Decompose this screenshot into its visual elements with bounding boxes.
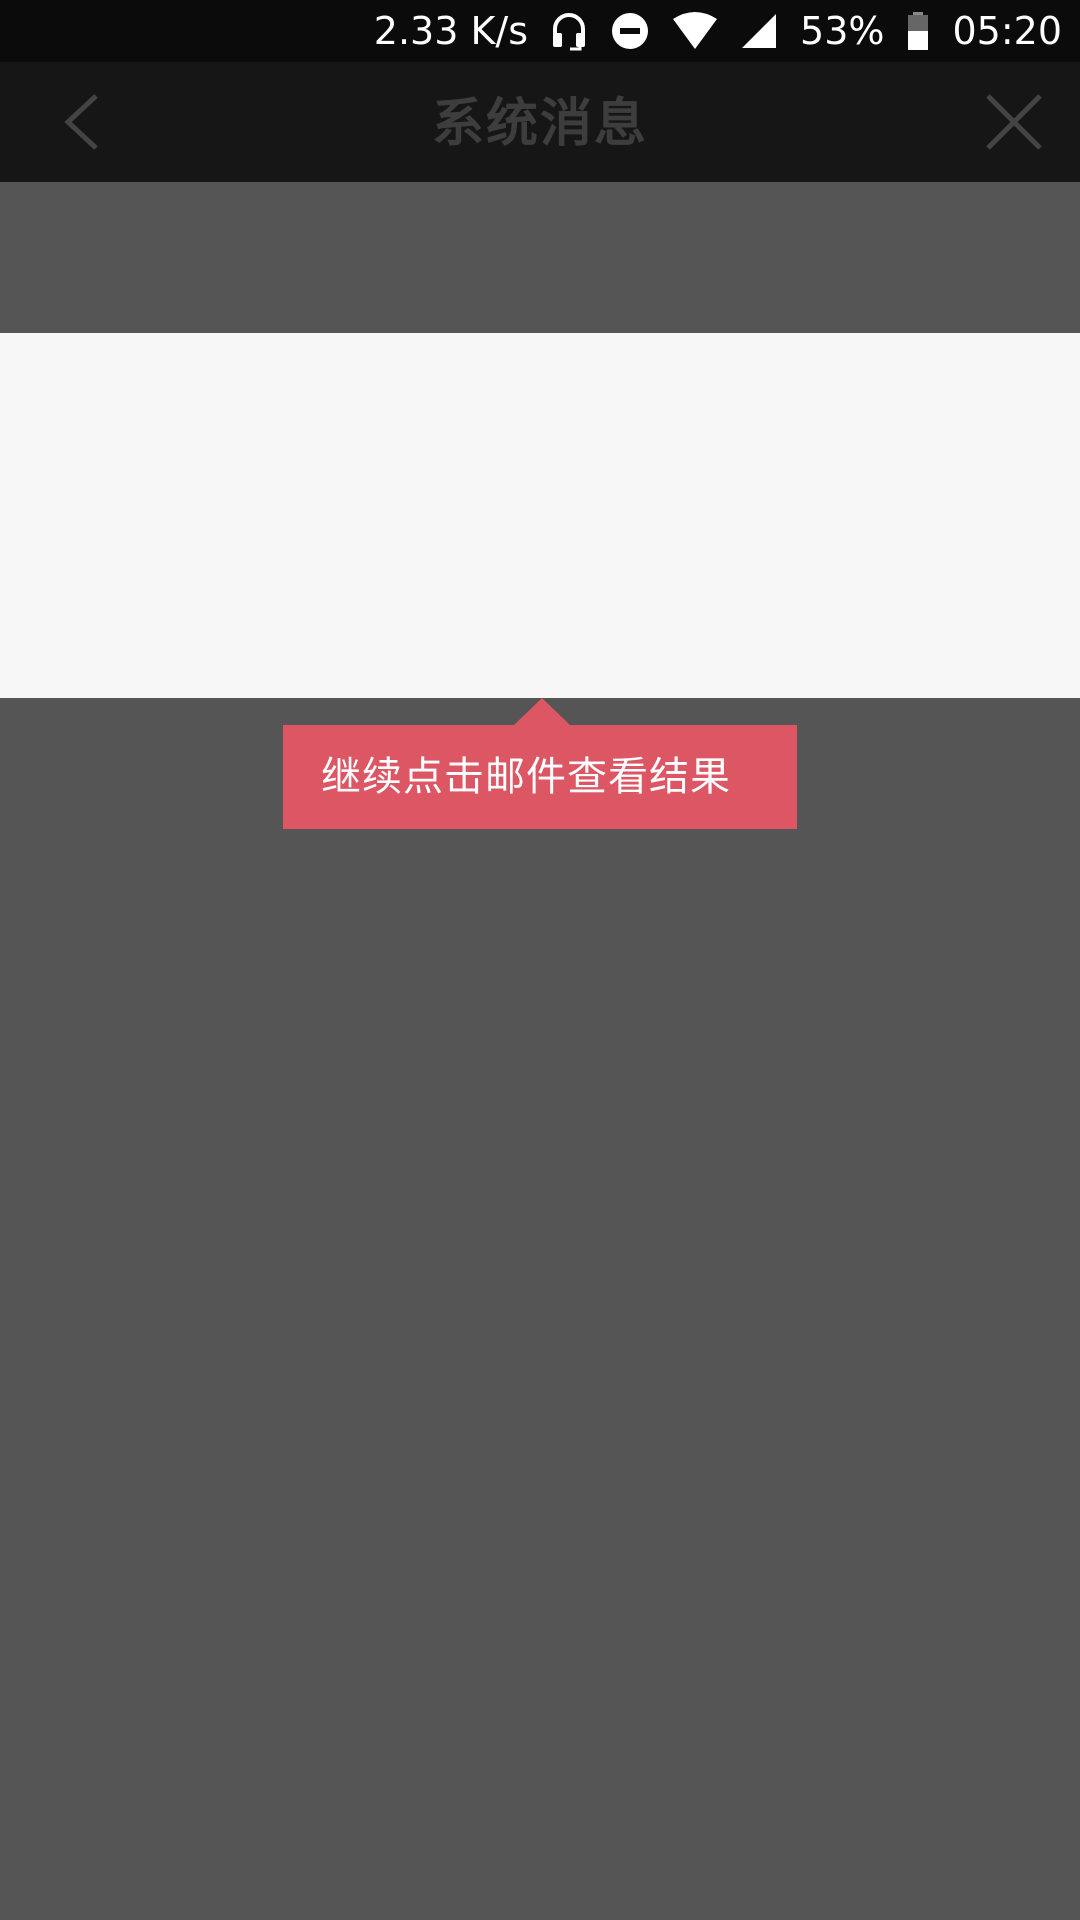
signal-icon xyxy=(740,12,778,50)
do-not-disturb-icon xyxy=(610,11,650,51)
wifi-icon xyxy=(672,11,718,51)
page-title: 系统消息 xyxy=(431,94,648,154)
headset-icon xyxy=(550,11,588,51)
battery-icon xyxy=(906,11,930,51)
guide-tooltip: 继续点击邮件查看结果 xyxy=(283,725,797,829)
clock: 05:20 xyxy=(952,9,1062,53)
status-bar: 2.33 K/s 53% 05:20 xyxy=(0,0,1080,62)
battery-percent: 53% xyxy=(800,9,885,53)
nav-bar: 系统消息 xyxy=(0,62,1080,182)
highlighted-mail-item[interactable] xyxy=(0,333,1080,698)
network-speed: 2.33 K/s xyxy=(373,9,529,53)
tooltip-arrow xyxy=(514,698,570,725)
close-icon[interactable] xyxy=(982,90,1046,154)
overlay-dim-top xyxy=(0,182,1080,332)
